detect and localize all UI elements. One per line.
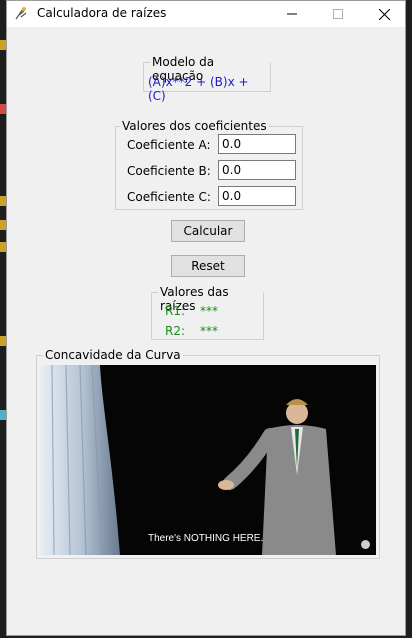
image-caption: There's NOTHING HERE. [148,533,264,544]
title-bar[interactable]: Calculadora de raízes [7,1,405,27]
root-1-label: R1: [165,304,186,318]
root-2-value: *** [200,324,218,338]
close-icon [378,8,390,20]
coefficients-legend: Valores dos coeficientes [120,119,269,133]
root-1-value: *** [200,304,218,318]
equation-model-group: Modelo da equação (A)x**2 + (B)x + (C) [143,55,271,103]
minimize-button[interactable] [269,1,315,27]
coefficient-b-label: Coeficiente B: [127,164,211,178]
app-window: Calculadora de raízes Modelo da equação … [6,0,406,636]
window-title: Calculadora de raízes [37,6,167,20]
maximize-button[interactable] [315,1,361,27]
media-control-dot [361,540,370,549]
equation-text: (A)x**2 + (B)x + (C) [148,75,249,103]
close-button[interactable] [361,1,407,27]
coefficient-b-input[interactable] [218,160,296,180]
maximize-icon [333,9,343,19]
coefficient-c-label: Coeficiente C: [127,190,211,204]
curve-concavity-legend: Concavidade da Curva [43,348,183,362]
reset-button[interactable]: Reset [171,255,245,277]
minimize-icon [287,13,297,15]
coefficient-c-input[interactable] [218,186,296,206]
coefficient-a-input[interactable] [218,134,296,154]
coefficient-a-label: Coeficiente A: [127,138,211,152]
calculate-button[interactable]: Calcular [171,220,245,242]
root-2-label: R2: [165,324,186,338]
curve-placeholder-image [40,365,376,555]
background-editor-strip-right [406,0,412,638]
feather-icon [15,7,27,20]
curve-image: There's NOTHING HERE. [40,365,376,555]
